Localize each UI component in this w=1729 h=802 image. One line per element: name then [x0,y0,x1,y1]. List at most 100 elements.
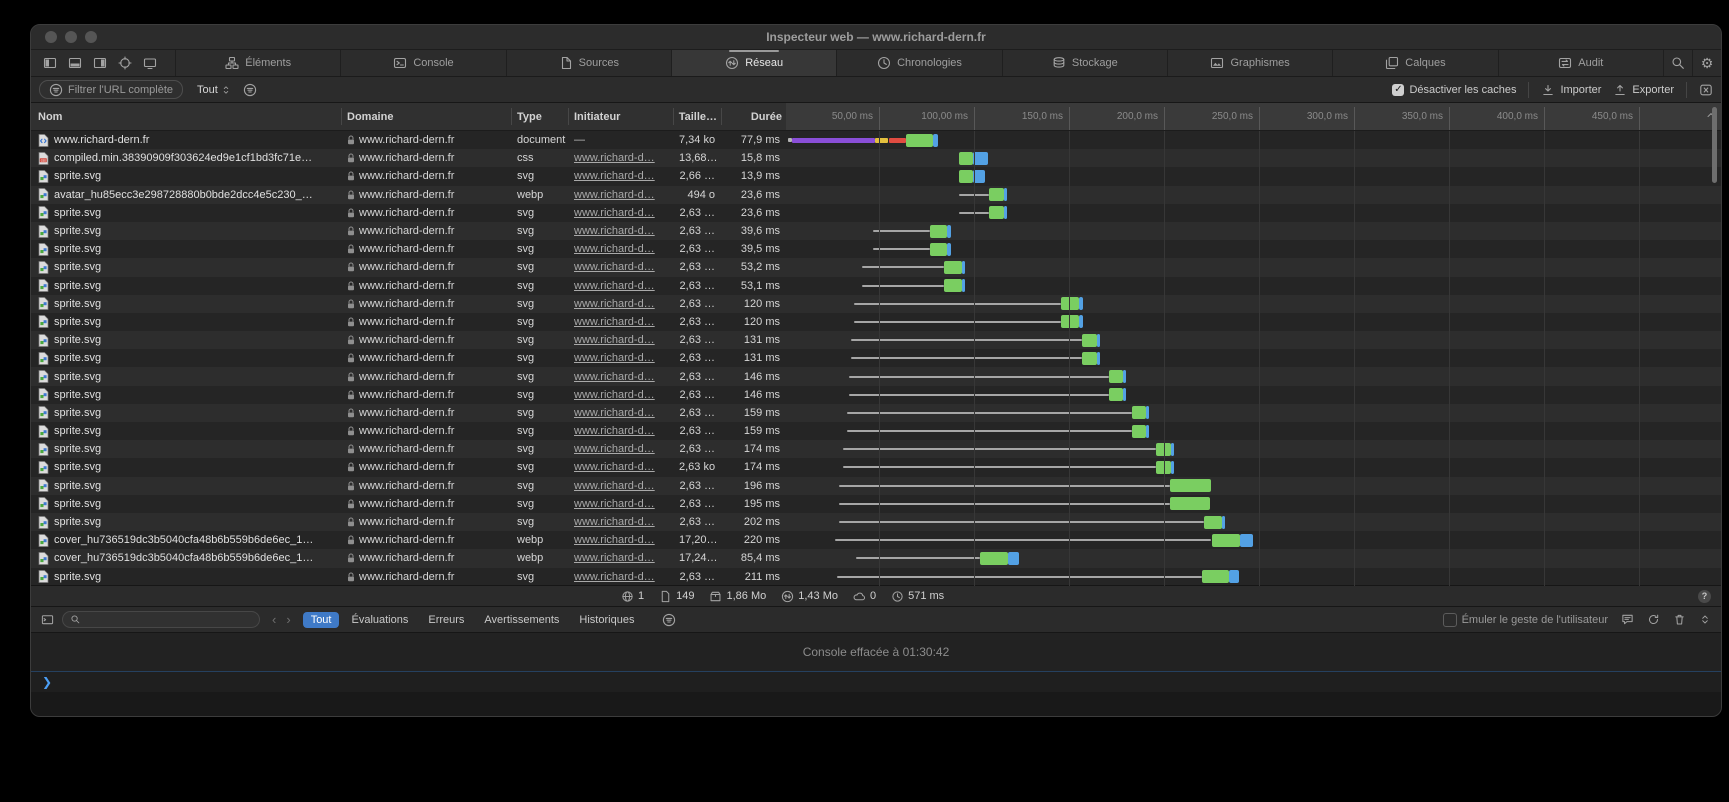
column-divider[interactable] [568,108,569,125]
tab-audit[interactable]: Audit [1498,50,1663,76]
table-row[interactable]: sprite.svg www.richard-dern.fr svg www.r… [31,495,1721,513]
forward-button[interactable]: › [286,612,290,627]
column-header-initiateur[interactable]: Initiateur [574,103,620,130]
emulate-user-gesture-toggle[interactable]: Émuler le geste de l'utilisateur [1443,613,1608,627]
table-row[interactable]: sprite.svg www.richard-dern.fr svg www.r… [31,349,1721,367]
initiator-link[interactable]: www.richard-d… [574,225,655,237]
console-tab-erreurs[interactable]: Erreurs [420,612,472,628]
initiator-link[interactable]: www.richard-d… [574,461,655,473]
tab-sources[interactable]: Sources [506,50,671,76]
table-row[interactable]: sprite.svg www.richard-dern.fr svg www.r… [31,204,1721,222]
column-header-duree[interactable]: Durée [721,103,782,130]
column-divider[interactable] [511,108,512,125]
initiator-link[interactable]: www.richard-d… [574,189,655,201]
initiator-link[interactable]: www.richard-d… [574,516,655,528]
initiator-link[interactable]: www.richard-d… [574,389,655,401]
initiator-link[interactable]: www.richard-d… [574,407,655,419]
initiator-link[interactable]: www.richard-d… [574,552,655,564]
table-row[interactable]: sprite.svg www.richard-dern.fr svg www.r… [31,568,1721,586]
tab-console[interactable]: Console [340,50,505,76]
table-row[interactable]: sprite.svg www.richard-dern.fr svg www.r… [31,386,1721,404]
table-row[interactable]: sprite.svg www.richard-dern.fr svg www.r… [31,422,1721,440]
column-header-domaine[interactable]: Domaine [347,103,393,130]
table-row[interactable]: csscompiled.min.38390909f303624ed9e1cf1b… [31,149,1721,167]
table-row[interactable]: cover_hu736519dc3b5040cfa48b6b559b6de6ec… [31,531,1721,549]
table-row[interactable]: sprite.svg www.richard-dern.fr svg www.r… [31,258,1721,276]
settings-button[interactable]: ⚙ [1692,50,1721,76]
table-row[interactable]: sprite.svg www.richard-dern.fr svg www.r… [31,440,1721,458]
disable-caches-toggle[interactable]: ✓ Désactiver les caches [1392,84,1516,96]
column-divider[interactable] [721,108,722,125]
zoom-window-button[interactable] [85,31,97,43]
initiator-link[interactable]: www.richard-d… [574,498,655,510]
vertical-scrollbar[interactable] [1712,107,1717,183]
tab-network[interactable]: Réseau [671,50,836,76]
minimize-window-button[interactable] [65,31,77,43]
table-row[interactable]: sprite.svg www.richard-dern.fr svg www.r… [31,277,1721,295]
tab-timelines[interactable]: Chronologies [836,50,1001,76]
table-row[interactable]: cover_hu736519dc3b5040cfa48b6b559b6de6ec… [31,549,1721,567]
traffic-lights[interactable] [45,31,97,43]
table-row[interactable]: sprite.svg www.richard-dern.fr svg www.r… [31,367,1721,385]
table-row[interactable]: sprite.svg www.richard-dern.fr svg www.r… [31,295,1721,313]
table-row[interactable]: sprite.svg www.richard-dern.fr svg www.r… [31,404,1721,422]
table-row[interactable]: sprite.svg www.richard-dern.fr svg www.r… [31,222,1721,240]
resource-scope-dropdown[interactable]: Tout [197,84,231,96]
initiator-link[interactable]: www.richard-d… [574,316,655,328]
initiator-link[interactable]: www.richard-d… [574,207,655,219]
table-row[interactable]: avatar_hu85ecc3e298728880b0bde2dcc4e5c23… [31,186,1721,204]
expand-console-icon[interactable] [1699,613,1711,626]
export-button[interactable]: Exporter [1613,83,1674,97]
filter-options-button[interactable] [243,83,257,97]
dock-bottom-icon[interactable] [68,56,82,70]
console-tab-avertissements[interactable]: Avertissements [476,612,567,628]
initiator-link[interactable]: www.richard-d… [574,261,655,273]
element-picker-icon[interactable] [118,56,132,70]
search-button[interactable] [1663,50,1692,76]
tab-elements[interactable]: Éléments [175,50,340,76]
console-messages-icon[interactable] [1621,613,1634,626]
table-row[interactable]: sprite.svg www.richard-dern.fr svg www.r… [31,167,1721,185]
close-window-button[interactable] [45,31,57,43]
clear-network-button[interactable] [1699,83,1713,97]
initiator-link[interactable]: www.richard-d… [574,243,655,255]
reload-icon[interactable] [1647,613,1660,626]
help-button[interactable]: ? [1698,590,1711,603]
column-divider[interactable] [341,108,342,125]
initiator-link[interactable]: www.richard-d… [574,571,655,583]
table-row[interactable]: sprite.svg www.richard-dern.fr svg www.r… [31,477,1721,495]
tab-storage[interactable]: Stockage [1002,50,1167,76]
import-button[interactable]: Importer [1541,83,1601,97]
tab-graphics[interactable]: Graphismes [1167,50,1332,76]
initiator-link[interactable]: www.richard-d… [574,152,655,164]
console-prompt-row[interactable]: ❯ [31,671,1721,692]
table-row[interactable]: sprite.svg www.richard-dern.fr svg www.r… [31,331,1721,349]
console-tab-évaluations[interactable]: Évaluations [343,612,416,628]
table-row[interactable]: sprite.svg www.richard-dern.fr svg www.r… [31,240,1721,258]
initiator-link[interactable]: www.richard-d… [574,352,655,364]
back-button[interactable]: ‹ [272,612,276,627]
dock-right-icon[interactable] [93,56,107,70]
url-filter-input[interactable]: Filtrer l'URL complète [39,80,183,99]
column-header-type[interactable]: Type [517,103,542,130]
console-tab-tout[interactable]: Tout [303,612,340,628]
column-divider[interactable] [673,108,674,125]
tab-layers[interactable]: Calques [1332,50,1497,76]
table-row[interactable]: www.richard-dern.fr www.richard-dern.fr … [31,131,1721,149]
initiator-link[interactable]: www.richard-d… [574,334,655,346]
initiator-link[interactable]: www.richard-d… [574,443,655,455]
initiator-link[interactable]: www.richard-d… [574,371,655,383]
table-row[interactable]: sprite.svg www.richard-dern.fr svg www.r… [31,313,1721,331]
console-filter-options-button[interactable] [662,613,676,627]
console-tab-historiques[interactable]: Historiques [571,612,642,628]
table-row[interactable]: sprite.svg www.richard-dern.fr svg www.r… [31,513,1721,531]
initiator-link[interactable]: www.richard-d… [574,280,655,292]
dock-left-icon[interactable] [43,56,57,70]
device-icon[interactable] [143,56,157,70]
initiator-link[interactable]: www.richard-d… [574,170,655,182]
column-header-taille[interactable]: Taille… [673,103,717,130]
trash-icon[interactable] [1673,613,1686,626]
table-row[interactable]: sprite.svg www.richard-dern.fr svg www.r… [31,458,1721,476]
initiator-link[interactable]: www.richard-d… [574,298,655,310]
initiator-link[interactable]: www.richard-d… [574,534,655,546]
